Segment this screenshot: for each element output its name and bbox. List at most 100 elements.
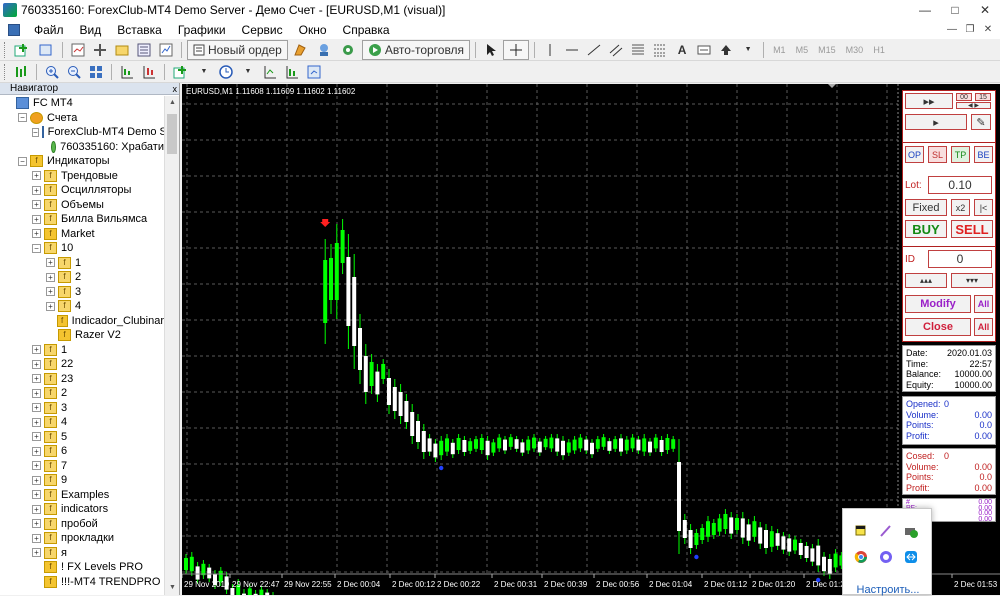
navigator-node[interactable]: − f 10 (0, 241, 164, 256)
navigator-node[interactable]: + f я (0, 546, 164, 561)
pen-icon[interactable] (878, 523, 894, 539)
id-input[interactable]: 0 (928, 250, 992, 268)
navigator-node[interactable]: + f Объемы (0, 198, 164, 213)
navigator-node[interactable]: f Razer V2 (0, 328, 164, 343)
half-button[interactable]: |< (974, 199, 993, 216)
auto-trading-button[interactable]: Авто-торговля (361, 39, 471, 60)
navigator-node[interactable]: − f Индикаторы (0, 154, 164, 169)
move-up-button[interactable]: ▴▴▴ (905, 273, 947, 288)
crosshair-icon[interactable] (503, 39, 530, 60)
menu-file[interactable]: Файл (26, 23, 72, 37)
expand-icon[interactable]: + (32, 200, 41, 210)
navigator-node[interactable]: − ForexClub-MT4 Demo S (0, 125, 164, 140)
navigator-node[interactable]: + f 1 (0, 343, 164, 358)
fast-forward-button[interactable]: ▸▸ (905, 93, 953, 109)
strategy-tester-icon[interactable] (156, 40, 176, 60)
printer-check-icon[interactable] (903, 523, 919, 539)
chart-shift-icon[interactable] (139, 62, 159, 82)
new-order-button[interactable]: Новый ордер (187, 39, 288, 60)
navigator-node[interactable]: + f Market (0, 227, 164, 242)
text-icon[interactable]: A (672, 40, 692, 60)
menu-help[interactable]: Справка (335, 23, 398, 37)
customize-link[interactable]: Настроить... (843, 584, 933, 596)
sticky-note-icon[interactable] (853, 523, 869, 539)
navigator-icon[interactable] (112, 40, 132, 60)
collapse-icon[interactable]: − (18, 113, 27, 123)
terminal-icon[interactable] (134, 40, 154, 60)
expand-icon[interactable]: + (32, 475, 41, 485)
expand-icon[interactable]: + (32, 417, 41, 427)
data-window-icon[interactable] (90, 40, 110, 60)
zoom-out-icon[interactable] (64, 62, 84, 82)
menu-insert[interactable]: Вставка (109, 23, 170, 37)
timeframe-m30[interactable]: M30 (842, 40, 868, 60)
expand-icon[interactable]: + (32, 214, 41, 224)
trendline-icon[interactable] (584, 40, 604, 60)
expand-icon[interactable]: + (46, 272, 55, 282)
navigator-close-button[interactable]: x (173, 83, 178, 95)
market-watch-icon[interactable] (68, 40, 88, 60)
minimize-button[interactable]: — (910, 0, 940, 20)
be-button[interactable]: BE (974, 146, 993, 163)
expand-icon[interactable]: + (46, 301, 55, 311)
navigator-node[interactable]: + f 22 (0, 357, 164, 372)
navigator-node[interactable]: + f Билла Вильямса (0, 212, 164, 227)
mdi-minimize-icon[interactable]: — (944, 22, 960, 36)
navigator-node[interactable]: + f Осцилляторы (0, 183, 164, 198)
dropdown-icon-2[interactable]: ▼ (194, 62, 214, 82)
menu-view[interactable]: Вид (72, 23, 110, 37)
arrows-icon[interactable] (716, 40, 736, 60)
vertical-line-icon[interactable] (540, 40, 560, 60)
close-button[interactable]: ✕ (970, 0, 1000, 20)
navigator-node[interactable]: f !!!-MT4 TRENDPRO (0, 575, 164, 590)
bar-chart-icon[interactable] (11, 62, 31, 82)
navigator-node[interactable]: + f 2 (0, 270, 164, 285)
op-button[interactable]: OP (905, 146, 924, 163)
profiles-icon[interactable] (35, 40, 57, 60)
modify-all-button[interactable]: All (974, 295, 993, 313)
expand-icon[interactable]: + (32, 403, 41, 413)
navigator-node[interactable]: + f 5 (0, 430, 164, 445)
zoom-in-icon[interactable] (42, 62, 62, 82)
expand-icon[interactable]: + (32, 519, 41, 529)
close-all-button[interactable]: All (974, 318, 993, 336)
templates-icon[interactable] (260, 62, 280, 82)
menu-window[interactable]: Окно (291, 23, 335, 37)
dropdown-icon[interactable]: ▼ (738, 40, 758, 60)
text-label-icon[interactable] (694, 40, 714, 60)
navigator-node[interactable]: + f 1 (0, 256, 164, 271)
teamviewer-icon[interactable] (903, 549, 919, 565)
expand-icon[interactable]: + (32, 533, 41, 543)
lot-input[interactable]: 0.10 (928, 176, 992, 194)
timeframe-h1[interactable]: H1 (869, 40, 889, 60)
collapse-icon[interactable]: − (18, 156, 27, 166)
counter-field[interactable]: 00 (956, 93, 972, 101)
navigator-node[interactable]: + f indicators (0, 502, 164, 517)
navigator-node[interactable]: + f 4 (0, 415, 164, 430)
menu-tools[interactable]: Сервис (234, 23, 291, 37)
collapse-icon[interactable]: − (32, 243, 41, 253)
expand-icon[interactable]: + (32, 171, 41, 181)
speed-field[interactable]: 15 (975, 93, 991, 101)
navigator-node[interactable]: 760335160: Храбати (0, 140, 164, 155)
sell-button[interactable]: SELL (951, 220, 993, 238)
move-down-button[interactable]: ▾▾▾ (951, 273, 993, 288)
navigator-node[interactable]: + f 9 (0, 473, 164, 488)
sl-button[interactable]: SL (928, 146, 947, 163)
autoscroll-icon[interactable] (117, 62, 137, 82)
equidistant-channel-icon[interactable] (606, 40, 626, 60)
mdi-restore-icon[interactable]: ❐ (962, 22, 978, 36)
community-icon[interactable] (338, 40, 360, 60)
navigator-node[interactable]: + f прокладки (0, 531, 164, 546)
menu-charts[interactable]: Графики (170, 23, 234, 37)
expand-icon[interactable]: + (46, 287, 55, 297)
line-chart-icon[interactable] (282, 62, 302, 82)
tp-button[interactable]: TP (951, 146, 970, 163)
toolbar-grip-2[interactable] (4, 63, 7, 80)
signals-icon[interactable] (314, 40, 336, 60)
pencil-button[interactable]: ✎ (971, 114, 991, 130)
expand-icon[interactable]: + (32, 229, 41, 239)
viber-icon[interactable] (878, 549, 894, 565)
modify-button[interactable]: Modify (905, 295, 971, 313)
expand-icon[interactable]: + (32, 432, 41, 442)
